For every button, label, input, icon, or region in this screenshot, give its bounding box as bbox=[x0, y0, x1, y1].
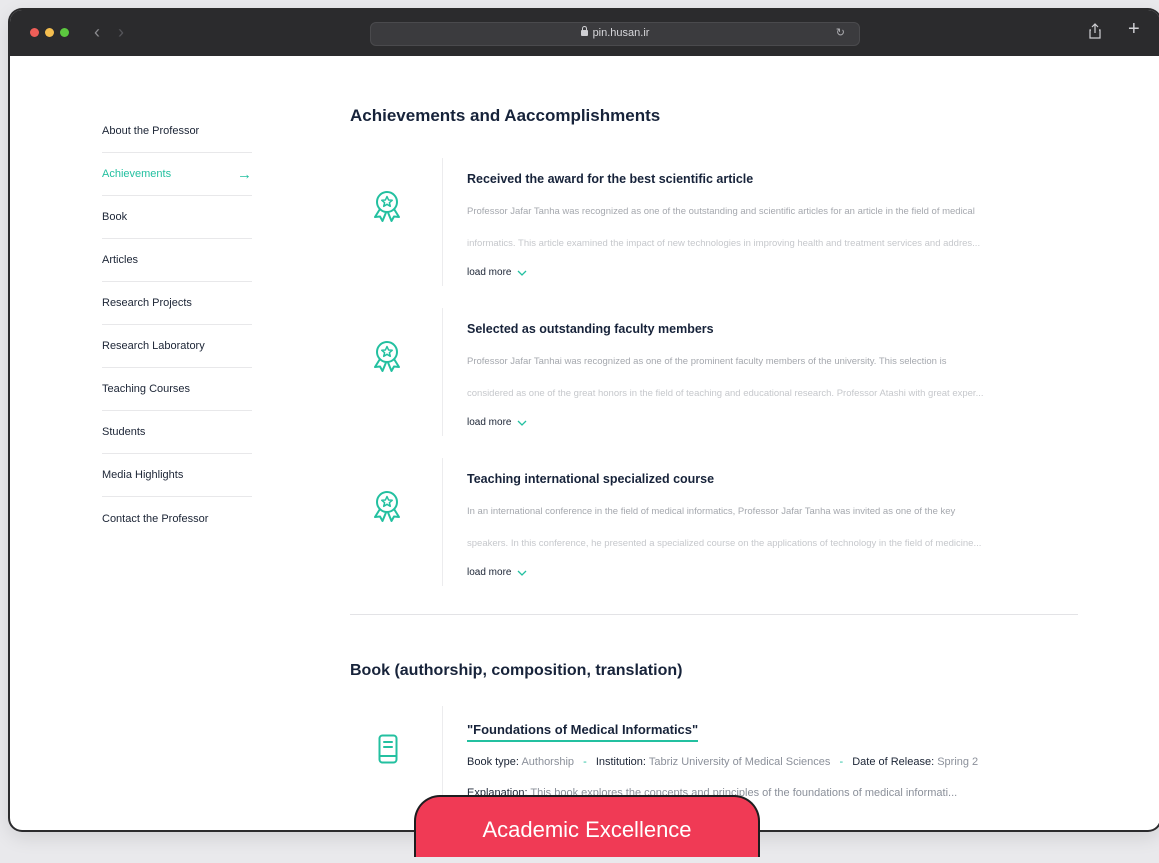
sidebar-item-book[interactable]: Book bbox=[102, 196, 252, 239]
chevron-down-icon bbox=[518, 420, 527, 426]
section-divider bbox=[350, 614, 1078, 615]
browser-window: ‹ › pin.husan.ir ↻ + About the Professor… bbox=[10, 10, 1159, 830]
achievement-description-line: informatics. This article examined the i… bbox=[467, 238, 981, 249]
sidebar-item-label: Media Highlights bbox=[102, 469, 184, 481]
achievement-description-line: Professor Jafar Tanha was recognized as … bbox=[467, 206, 975, 217]
sidebar-item-label: Research Projects bbox=[102, 297, 192, 309]
sidebar-item-label: About the Professor bbox=[102, 125, 200, 137]
sidebar-item-research-laboratory[interactable]: Research Laboratory bbox=[102, 325, 252, 368]
main-content: Achievements and Aaccomplishments Receiv… bbox=[350, 106, 1080, 830]
lock-icon bbox=[580, 26, 588, 36]
book-title-link[interactable]: "Foundations of Medical Informatics" bbox=[467, 722, 699, 742]
sidebar-item-label: Research Laboratory bbox=[102, 340, 205, 352]
sidebar-item-contact[interactable]: Contact the Professor bbox=[102, 497, 252, 540]
achievements-list: Received the award for the best scientif… bbox=[350, 158, 1080, 608]
arrow-right-icon: → bbox=[237, 165, 252, 183]
load-more-label: load more bbox=[467, 417, 512, 428]
achievement-card: Received the award for the best scientif… bbox=[350, 158, 1080, 308]
achievement-card: Selected as outstanding faculty members … bbox=[350, 308, 1080, 458]
address-bar[interactable]: pin.husan.ir ↻ bbox=[370, 22, 860, 46]
sidebar-item-achievements[interactable]: Achievements → bbox=[102, 153, 252, 196]
close-window-button[interactable] bbox=[30, 28, 39, 37]
new-tab-icon[interactable]: + bbox=[1128, 18, 1140, 40]
minimize-window-button[interactable] bbox=[45, 28, 54, 37]
sidebar-item-label: Teaching Courses bbox=[102, 383, 191, 395]
window-controls bbox=[30, 28, 69, 37]
book-meta-row: Book type: Authorship - Institution: Tab… bbox=[467, 756, 1079, 768]
load-more-button[interactable]: load more bbox=[467, 567, 527, 578]
book-icon bbox=[378, 734, 398, 764]
meta-separator: - bbox=[839, 756, 844, 768]
achievements-heading: Achievements and Aaccomplishments bbox=[350, 106, 661, 125]
forward-icon[interactable]: › bbox=[118, 22, 124, 42]
achievement-title: Received the award for the best scientif… bbox=[467, 172, 754, 186]
chevron-down-icon bbox=[518, 270, 527, 276]
sidebar-item-articles[interactable]: Articles bbox=[102, 239, 252, 282]
chevron-down-icon bbox=[518, 570, 527, 576]
sidebar-item-label: Students bbox=[102, 426, 146, 438]
achievement-description-line: speakers. In this conference, he present… bbox=[467, 538, 982, 549]
address-text-row: pin.husan.ir bbox=[371, 26, 859, 39]
book-institution-label: Institution: bbox=[595, 756, 646, 768]
academic-excellence-badge: Academic Excellence bbox=[414, 795, 760, 857]
award-ribbon-icon bbox=[374, 341, 400, 372]
load-more-label: load more bbox=[467, 267, 512, 278]
card-divider bbox=[442, 458, 443, 586]
sidebar-item-label: Articles bbox=[102, 254, 139, 266]
achievement-title: Teaching international specialized cours… bbox=[467, 472, 715, 486]
award-ribbon-icon bbox=[374, 191, 400, 222]
achievement-description-line: Professor Jafar Tanhai was recognized as… bbox=[467, 356, 947, 367]
load-more-button[interactable]: load more bbox=[467, 417, 527, 428]
sidebar-item-media-highlights[interactable]: Media Highlights bbox=[102, 454, 252, 497]
meta-separator: - bbox=[583, 756, 587, 768]
back-icon[interactable]: ‹ bbox=[94, 22, 100, 42]
award-ribbon-icon bbox=[374, 491, 400, 522]
reload-icon[interactable]: ↻ bbox=[836, 26, 845, 39]
sidebar-item-about[interactable]: About the Professor bbox=[102, 110, 252, 153]
sidebar-item-research-projects[interactable]: Research Projects bbox=[102, 282, 252, 325]
sidebar-nav: About the Professor Achievements → Book A… bbox=[102, 110, 252, 540]
navigation-arrows: ‹ › bbox=[94, 22, 124, 42]
sidebar-item-students[interactable]: Students bbox=[102, 411, 252, 454]
books-heading: Book (authorship, composition, translati… bbox=[350, 662, 683, 679]
book-type-label: Book type: bbox=[467, 756, 519, 768]
sidebar-item-teaching-courses[interactable]: Teaching Courses bbox=[102, 368, 252, 411]
url-text: pin.husan.ir bbox=[592, 27, 650, 39]
sidebar-item-label: Book bbox=[102, 211, 128, 223]
book-type-value: Authorship bbox=[521, 756, 575, 768]
achievement-title: Selected as outstanding faculty members bbox=[467, 322, 714, 336]
zoom-window-button[interactable] bbox=[60, 28, 69, 37]
achievement-description-line: In an international conference in the fi… bbox=[467, 506, 956, 517]
book-institution-value: Tabriz University of Medical Sciences bbox=[648, 756, 831, 768]
achievement-card: Teaching international specialized cours… bbox=[350, 458, 1080, 608]
book-date-value: Spring 2 bbox=[937, 756, 979, 768]
book-date-label: Date of Release: bbox=[852, 756, 935, 768]
achievement-description-line: considered as one of the great honors in… bbox=[467, 388, 984, 399]
card-divider bbox=[442, 158, 443, 286]
load-more-button[interactable]: load more bbox=[467, 267, 527, 278]
sidebar-item-label: Contact the Professor bbox=[102, 512, 209, 525]
browser-titlebar: ‹ › pin.husan.ir ↻ + bbox=[10, 10, 1159, 56]
load-more-label: load more bbox=[467, 567, 512, 578]
share-icon[interactable] bbox=[1087, 22, 1103, 40]
sidebar-item-label: Achievements bbox=[102, 168, 172, 180]
card-divider bbox=[442, 308, 443, 436]
